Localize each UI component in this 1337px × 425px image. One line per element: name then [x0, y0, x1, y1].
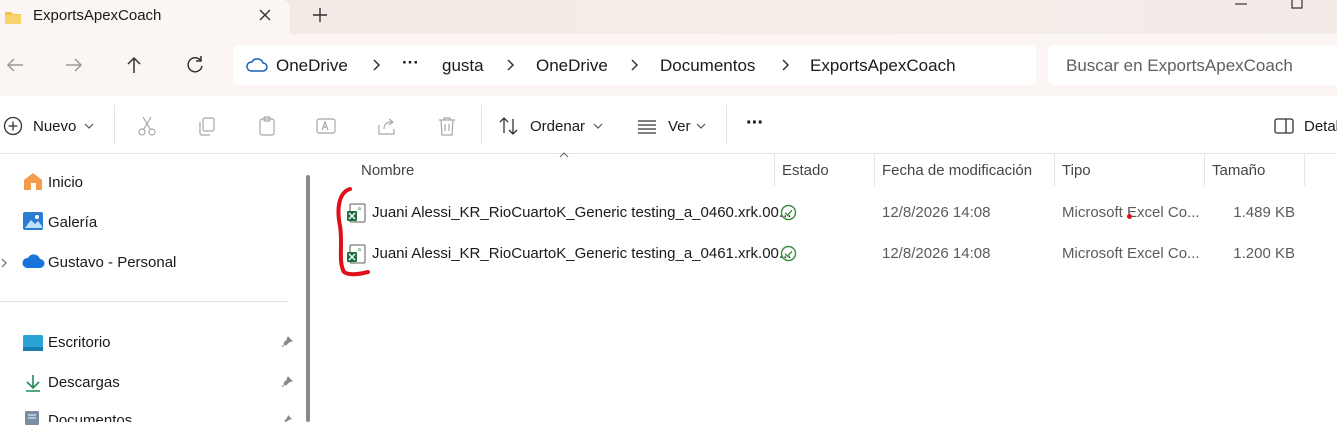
divider — [0, 301, 288, 302]
column-divider[interactable] — [1054, 154, 1055, 186]
navigation-pane — [0, 154, 300, 422]
home-icon — [22, 171, 44, 191]
details-pane-icon[interactable] — [1273, 115, 1295, 137]
column-divider[interactable] — [774, 154, 775, 186]
sidebar-item-escritorio[interactable]: Escritorio — [48, 334, 111, 351]
up-arrow-icon[interactable] — [122, 53, 146, 77]
pin-icon[interactable] — [281, 414, 293, 422]
breadcrumb-exportsapexcoach[interactable]: ExportsApexCoach — [810, 56, 956, 76]
sidebar-item-galeria[interactable]: Galería — [48, 214, 97, 231]
close-tab-icon[interactable] — [256, 6, 274, 24]
gallery-icon — [22, 211, 44, 231]
sidebar-item-inicio[interactable]: Inicio — [48, 174, 83, 191]
view-list-icon[interactable] — [636, 115, 658, 137]
red-dot-annotation — [1127, 214, 1132, 219]
breadcrumb-onedrive-2[interactable]: OneDrive — [536, 56, 608, 76]
expand-chevron-icon[interactable] — [0, 257, 8, 269]
copy-icon[interactable] — [196, 115, 218, 137]
share-icon[interactable] — [376, 115, 398, 137]
file-modified: 12/8/2026 14:08 — [882, 245, 991, 262]
file-name[interactable]: Juani Alessi_KR_RioCuartoK_Generic testi… — [372, 245, 791, 262]
new-tab-icon[interactable] — [311, 6, 329, 24]
new-plus-circle-icon[interactable] — [2, 115, 24, 137]
breadcrumb-documentos[interactable]: Documentos — [660, 56, 755, 76]
chevron-down-icon[interactable] — [696, 122, 706, 130]
red-bracket-annotation — [330, 186, 375, 281]
refresh-icon[interactable] — [183, 53, 207, 77]
sync-check-icon — [780, 245, 797, 262]
divider — [114, 105, 115, 145]
divider — [726, 105, 727, 145]
breadcrumb-onedrive[interactable]: OneDrive — [276, 56, 348, 76]
column-header-size[interactable]: Tamaño — [1212, 162, 1265, 179]
column-header-name[interactable]: Nombre — [361, 162, 414, 179]
column-header-status[interactable]: Estado — [782, 162, 829, 179]
sidebar-scrollbar[interactable] — [306, 175, 310, 422]
file-size: 1.200 KB — [1233, 245, 1295, 262]
folder-icon — [4, 9, 22, 25]
chevron-right-icon[interactable] — [369, 57, 383, 73]
view-button[interactable]: Ver — [668, 118, 691, 135]
column-header-type[interactable]: Tipo — [1062, 162, 1091, 179]
pin-icon[interactable] — [281, 376, 293, 388]
column-divider[interactable] — [1304, 154, 1305, 186]
rename-icon[interactable] — [315, 115, 337, 137]
column-header-modified[interactable]: Fecha de modificación — [882, 162, 1032, 179]
file-modified: 12/8/2026 14:08 — [882, 204, 991, 221]
file-type: Microsoft Excel Co... — [1062, 245, 1200, 262]
breadcrumb-gusta[interactable]: gusta — [442, 56, 484, 76]
sidebar-item-descargas[interactable]: Descargas — [48, 374, 120, 391]
tab-title: ExportsApexCoach — [33, 7, 162, 24]
file-name[interactable]: Juani Alessi_KR_RioCuartoK_Generic testi… — [372, 204, 791, 221]
onedrive-cloud-icon — [21, 253, 45, 269]
sort-button[interactable]: Ordenar — [530, 118, 585, 135]
details-button[interactable]: Detal — [1304, 118, 1337, 135]
divider — [481, 105, 482, 145]
column-divider[interactable] — [1204, 154, 1205, 186]
paste-icon[interactable] — [256, 115, 278, 137]
download-icon — [23, 373, 43, 393]
onedrive-cloud-outline-icon — [246, 57, 268, 73]
new-button[interactable]: Nuevo — [33, 118, 76, 135]
forward-arrow-icon[interactable] — [62, 53, 86, 77]
cut-icon[interactable] — [136, 115, 158, 137]
search-placeholder: Buscar en ExportsApexCoach — [1066, 56, 1293, 75]
breadcrumb-overflow[interactable]: ··· — [402, 53, 419, 73]
chevron-down-icon[interactable] — [84, 122, 94, 130]
chevron-right-icon[interactable] — [627, 57, 641, 73]
chevron-down-icon[interactable] — [593, 122, 603, 130]
sidebar-item-gustavo-personal[interactable]: Gustavo - Personal — [48, 254, 176, 271]
back-arrow-icon[interactable] — [3, 53, 27, 77]
column-divider[interactable] — [874, 154, 875, 186]
minimize-icon[interactable] — [1233, 0, 1249, 8]
chevron-right-icon[interactable] — [503, 57, 517, 73]
delete-icon[interactable] — [436, 115, 458, 137]
documents-icon — [23, 411, 41, 425]
pin-icon[interactable] — [281, 336, 293, 348]
sidebar-item-documentos[interactable]: Documentos — [48, 412, 132, 422]
desktop-icon — [22, 334, 44, 352]
sync-check-icon — [780, 204, 797, 221]
file-size: 1.489 KB — [1233, 204, 1295, 221]
chevron-right-icon[interactable] — [778, 57, 792, 73]
sort-icon[interactable] — [498, 115, 520, 137]
maximize-icon[interactable] — [1290, 0, 1304, 10]
sort-ascending-indicator-icon — [559, 152, 569, 158]
more-options-button[interactable]: ··· — [746, 112, 764, 135]
